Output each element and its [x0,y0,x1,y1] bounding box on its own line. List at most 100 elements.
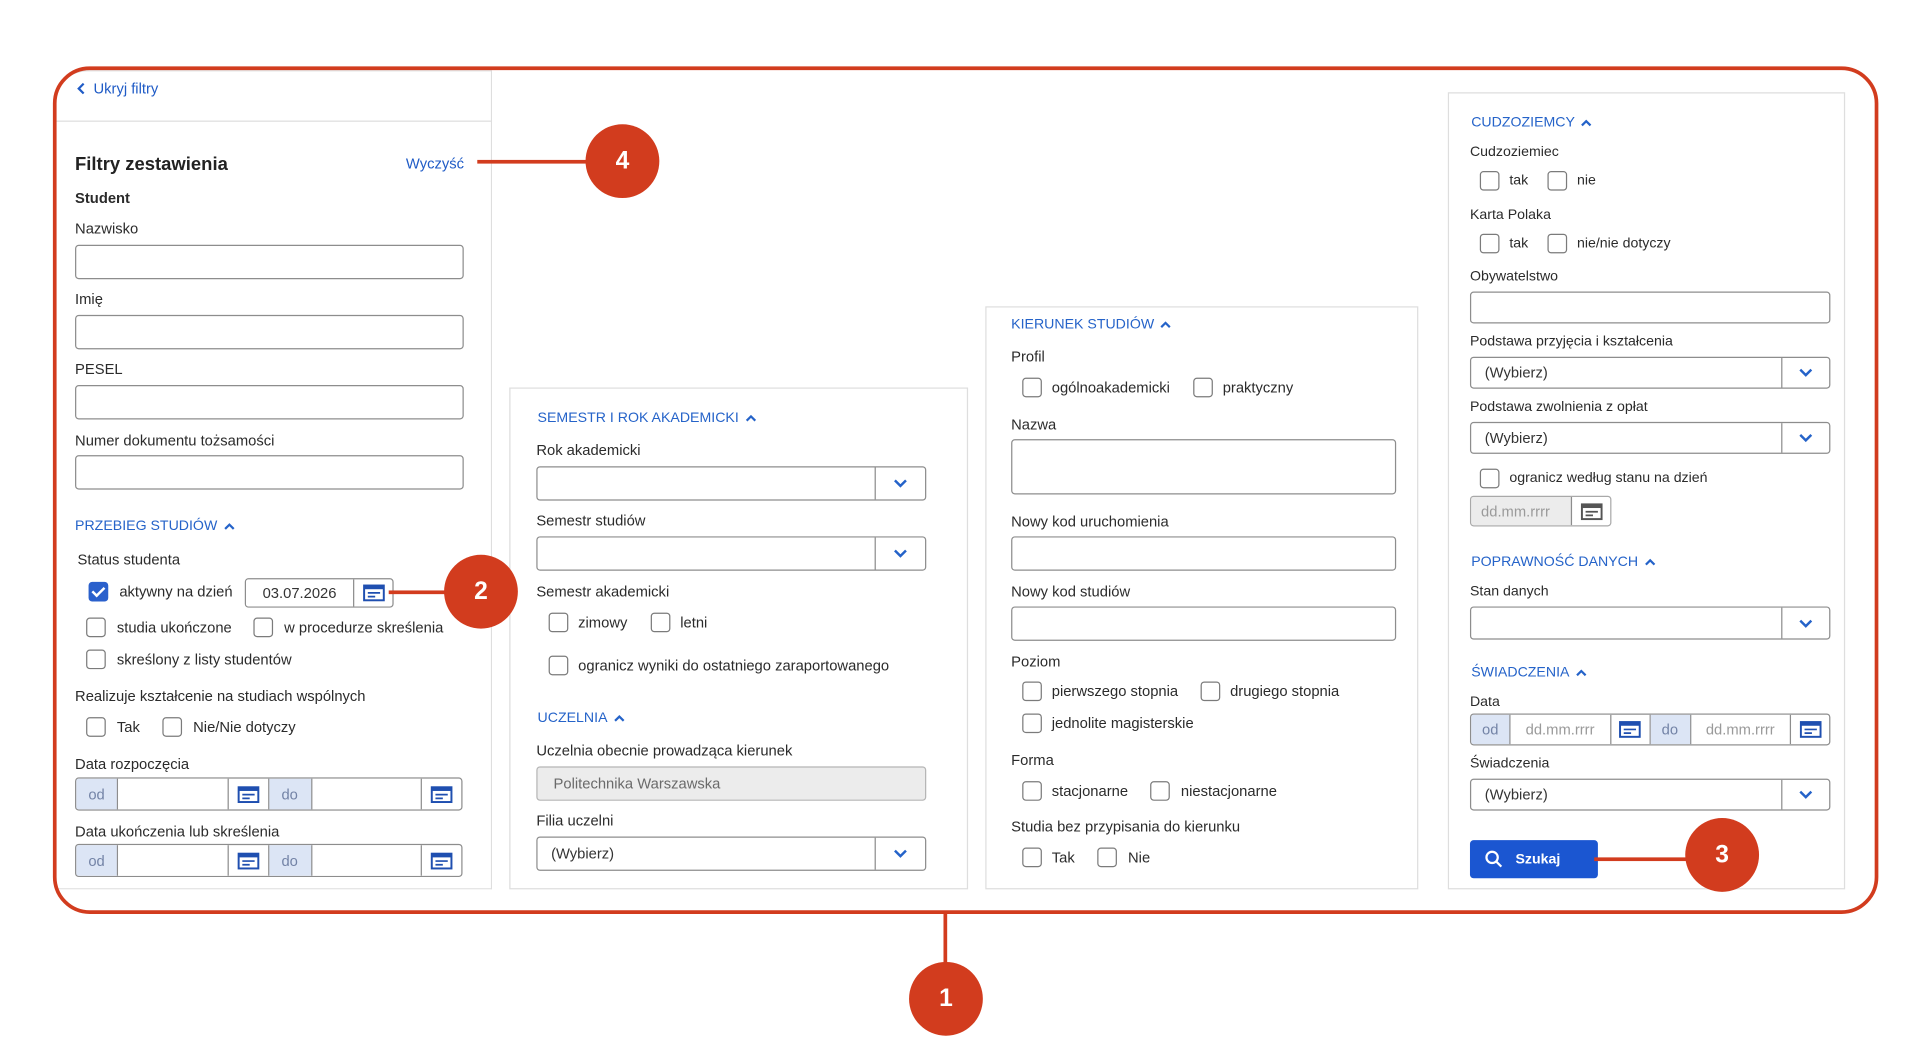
profile-practical-checkbox[interactable] [1193,377,1213,398]
section-toggle-uczelnia[interactable]: UCZELNIA [538,710,625,727]
form-parttime-checkbox[interactable] [1150,781,1170,801]
name-textarea[interactable] [1011,439,1397,495]
chevron-down-icon[interactable] [874,537,925,570]
level-first-label: pierwszego stopnia [1051,682,1179,700]
chevron-down-icon[interactable] [1781,779,1829,810]
chevron-down-icon[interactable] [1781,423,1829,453]
id-document-input[interactable] [75,455,464,490]
study-code-input[interactable] [1011,606,1397,641]
calendar-icon[interactable] [422,779,461,810]
academic-year-select[interactable] [536,466,927,501]
benefits-select[interactable]: (Wybierz) [1469,778,1831,811]
section-toggle-przebieg[interactable]: PRZEBIEG STUDIÓW [75,518,235,535]
callout-badge-3: 3 [1685,818,1760,892]
calendar-icon[interactable] [354,579,392,606]
section-heading: SEMESTR I ROK AKADEMICKI [537,410,739,426]
pole-card-no-checkbox[interactable] [1547,233,1568,254]
winter-semester-label: zimowy [578,613,628,632]
form-fulltime-label: stacjonarne [1051,782,1129,800]
calendar-icon[interactable] [1611,714,1651,745]
status-active-checkbox[interactable] [88,581,109,602]
select-value: (Wybierz) [1484,364,1548,382]
section-heading: ŚWIADCZENIA [1471,665,1570,681]
form-fulltime-checkbox[interactable] [1022,781,1042,801]
chevron-down-icon[interactable] [874,837,925,870]
range-to-prefix: do [268,778,312,810]
select-value: (Wybierz) [1484,786,1548,804]
limit-last-reported-checkbox[interactable] [548,655,569,676]
level-uniform-master-label: jednolite magisterskie [1051,714,1194,732]
section-toggle-poprawnosc[interactable]: POPRAWNOŚĆ DANYCH [1471,554,1655,571]
clear-filters-link[interactable]: Wyczyść [406,155,464,172]
chevron-down-icon[interactable] [874,467,925,500]
section-heading: PRZEBIEG STUDIÓW [75,519,218,534]
level-label: Poziom [1011,653,1061,671]
branch-select[interactable]: (Wybierz) [536,836,927,871]
state-date-picker [1469,495,1612,527]
calendar-icon[interactable] [1791,715,1829,745]
pole-card-yes-checkbox[interactable] [1479,233,1500,254]
stage: Ukryj filtry Filtry zestawienia Wyczyść … [0,0,1919,1052]
admission-basis-select[interactable]: (Wybierz) [1469,356,1831,389]
benefit-date-range: od do [1469,713,1831,746]
profile-general-checkbox[interactable] [1022,377,1042,398]
level-uniform-master-checkbox[interactable] [1022,713,1042,734]
section-toggle-kierunek[interactable]: KIERUNEK STUDIÓW [1011,316,1171,333]
callout-line-3 [1594,857,1688,862]
calendar-icon[interactable] [422,845,461,876]
status-removed-checkbox[interactable] [86,649,106,670]
benefit-date-to-input[interactable] [1690,714,1792,745]
level-first-checkbox[interactable] [1022,681,1042,702]
status-completed-checkbox[interactable] [86,617,106,638]
search-button[interactable]: Szukaj [1469,840,1598,879]
benefit-date-from-input[interactable] [1510,714,1611,745]
section-toggle-semestr[interactable]: SEMESTR I ROK AKADEMICKI [538,410,756,427]
start-date-from-input[interactable] [118,778,229,810]
joint-no-checkbox[interactable] [162,717,183,737]
start-date-label: Data rozpoczęcia [75,755,190,773]
end-date-from-input[interactable] [118,845,229,876]
winter-semester-checkbox[interactable] [548,612,569,633]
pole-card-yes-label: tak [1509,236,1529,251]
status-in-removal-label: w procedurze skreślenia [284,618,444,636]
chevron-down-icon[interactable] [1781,607,1829,639]
hide-filters-link[interactable]: Ukryj filtry [76,80,158,97]
start-date-to-input[interactable] [311,778,422,810]
callout-badge-2: 2 [444,554,518,629]
status-completed-label: studia ukończone [116,618,232,636]
section-toggle-cudzoziemcy[interactable]: CUDZOZIEMCY [1471,114,1592,131]
level-second-checkbox[interactable] [1200,681,1221,702]
calendar-icon [1572,497,1610,525]
state-limit-checkbox[interactable] [1479,468,1500,489]
range-from-prefix: od [76,778,119,810]
active-date-input[interactable] [246,579,355,607]
chevron-down-icon[interactable] [1781,357,1829,388]
calendar-icon[interactable] [228,778,269,810]
academic-semester-label: Semestr akademicki [536,583,670,601]
unassigned-no-checkbox[interactable] [1097,847,1117,868]
form-parttime-label: niestacjonarne [1180,782,1277,800]
pesel-input[interactable] [75,385,464,420]
active-date-picker [244,578,394,608]
first-name-input[interactable] [75,314,464,350]
foreigner-yes-checkbox[interactable] [1479,170,1500,191]
joint-yes-checkbox[interactable] [86,717,106,737]
fee-exemption-select[interactable]: (Wybierz) [1469,421,1831,454]
status-in-removal-checkbox[interactable] [253,617,274,638]
surname-input[interactable] [75,244,464,280]
launch-code-input[interactable] [1011,536,1397,571]
data-state-select[interactable] [1469,606,1831,640]
launch-code-label: Nowy kod uruchomienia [1011,512,1169,531]
foreigner-no-checkbox[interactable] [1547,170,1568,191]
chevron-up-icon [1644,558,1655,566]
unassigned-yes-checkbox[interactable] [1022,847,1042,868]
citizenship-input[interactable] [1469,291,1831,324]
end-date-to-input[interactable] [311,845,422,876]
section-toggle-swiadczenia[interactable]: ŚWIADCZENIA [1471,664,1587,681]
summer-semester-checkbox[interactable] [650,612,671,633]
calendar-icon[interactable] [228,845,269,876]
pole-card-label: Karta Polaka [1469,207,1551,223]
study-semester-select[interactable] [536,536,927,571]
search-icon [1485,850,1503,868]
joint-yes-label: Tak [116,718,140,736]
